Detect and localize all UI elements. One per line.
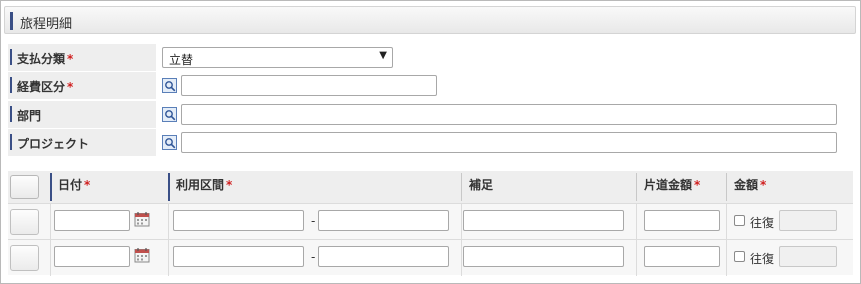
column-header-amount[interactable]: 金額 * [726, 171, 853, 203]
project-label: プロジェクト [17, 137, 90, 151]
supplement-input[interactable] [463, 246, 624, 267]
column-separator [50, 173, 52, 201]
page-frame: 旅程明細 支払分類 * 立替 ▼ 経費区分 * 部門 プロジェクト 日付 * 利… [0, 0, 861, 284]
row-select-button[interactable] [10, 245, 39, 271]
expense-category-row: 経費区分 * [8, 72, 853, 99]
cell-divider [636, 240, 637, 276]
route-from-input[interactable] [173, 210, 304, 231]
table-row: - 往復 [8, 203, 853, 240]
route-from-input[interactable] [173, 246, 304, 267]
column-header-amount-label: 金額 * [734, 176, 766, 193]
label-accent-bar [10, 49, 12, 65]
column-header-one-way-amount-label: 片道金額 * [644, 176, 700, 193]
payment-type-value: 立替 [169, 53, 194, 67]
cell-divider [168, 204, 169, 240]
one-way-amount-input[interactable] [644, 210, 720, 231]
payment-type-select[interactable]: 立替 ▼ [162, 47, 393, 68]
column-separator [168, 173, 170, 201]
column-header-supplement-label: 補足 [469, 178, 494, 192]
section-accent-bar [10, 12, 13, 30]
payment-type-label-cell: 支払分類 * [8, 44, 156, 71]
label-accent-bar [10, 77, 12, 93]
cell-divider [50, 204, 51, 240]
column-separator [461, 173, 462, 201]
date-input[interactable] [54, 246, 130, 267]
required-mark: * [84, 178, 91, 192]
cell-divider [461, 240, 462, 276]
payment-type-row: 支払分類 * 立替 ▼ [8, 44, 853, 71]
column-header-date[interactable]: 日付 * [50, 171, 168, 203]
route-to-input[interactable] [318, 210, 449, 231]
amount-field [779, 246, 837, 267]
label-accent-bar [10, 106, 12, 122]
table-row: - 往復 [8, 239, 853, 276]
label-accent-bar [10, 134, 12, 150]
column-separator [726, 173, 727, 201]
amount-field [779, 210, 837, 231]
round-trip-checkbox[interactable] [734, 251, 745, 262]
expense-category-label-cell: 経費区分 * [8, 72, 156, 99]
department-label: 部門 [17, 109, 42, 123]
route-separator: - [311, 250, 316, 264]
route-separator: - [311, 214, 316, 228]
cell-divider [726, 240, 727, 276]
column-header-route[interactable]: 利用区間 * [168, 171, 461, 203]
cell-divider [50, 240, 51, 276]
required-mark: * [67, 80, 74, 94]
grid-header: 日付 * 利用区間 * 補足 片道金額 * 金額 * [8, 171, 853, 203]
cell-divider [461, 204, 462, 240]
cell-divider [726, 204, 727, 240]
project-input[interactable] [181, 132, 837, 153]
section-header: 旅程明細 [4, 6, 856, 34]
column-header-supplement[interactable]: 補足 [461, 171, 636, 203]
amount-header-text: 金額 [734, 178, 759, 192]
search-icon[interactable] [162, 78, 177, 93]
search-icon[interactable] [162, 107, 177, 122]
section-title: 旅程明細 [20, 17, 73, 32]
payment-type-label: 支払分類 * [17, 50, 73, 67]
project-row: プロジェクト [8, 129, 853, 156]
column-header-route-label: 利用区間 * [176, 176, 232, 193]
expense-category-label: 経費区分 * [17, 78, 73, 95]
department-row: 部門 [8, 101, 853, 128]
required-mark: * [67, 52, 74, 66]
expense-category-label-text: 経費区分 [17, 80, 66, 94]
row-select-button[interactable] [10, 209, 39, 235]
payment-type-label-text: 支払分類 [17, 52, 66, 66]
project-label-cell: プロジェクト [8, 129, 156, 156]
route-to-input[interactable] [318, 246, 449, 267]
round-trip-label: 往復 [750, 252, 775, 266]
column-header-date-label: 日付 * [58, 176, 90, 193]
column-separator [636, 173, 637, 201]
supplement-input[interactable] [463, 210, 624, 231]
round-trip-label: 往復 [750, 216, 775, 230]
search-icon[interactable] [162, 135, 177, 150]
date-input[interactable] [54, 210, 130, 231]
required-mark: * [226, 178, 233, 192]
cell-divider [636, 204, 637, 240]
required-mark: * [760, 178, 767, 192]
cell-divider [168, 240, 169, 276]
department-label-cell: 部門 [8, 101, 156, 128]
calendar-icon[interactable] [134, 247, 150, 263]
required-mark: * [694, 178, 701, 192]
one-way-amount-header-text: 片道金額 [644, 178, 693, 192]
select-all-button[interactable] [10, 175, 39, 199]
round-trip-checkbox[interactable] [734, 215, 745, 226]
expense-category-input[interactable] [181, 75, 437, 96]
route-header-text: 利用区間 [176, 178, 225, 192]
one-way-amount-input[interactable] [644, 246, 720, 267]
calendar-icon[interactable] [134, 211, 150, 227]
date-header-text: 日付 [58, 178, 83, 192]
chevron-down-icon: ▼ [379, 50, 387, 61]
department-input[interactable] [181, 104, 837, 125]
column-header-one-way-amount[interactable]: 片道金額 * [636, 171, 726, 203]
